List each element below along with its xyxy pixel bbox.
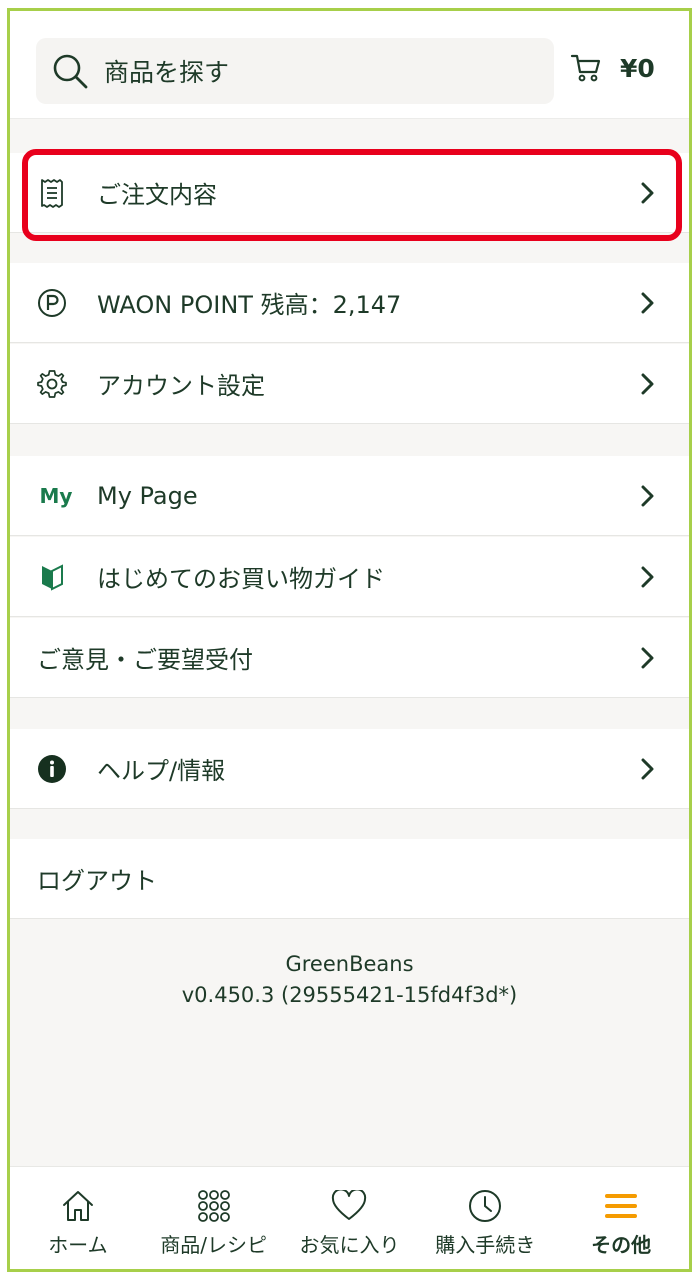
nav-checkout-label: 購入手続き [435, 1233, 536, 1257]
app-version-info: GreenBeans v0.450.3 (29555421-15fd4f3d*) [10, 949, 689, 1011]
chevron-right-icon [641, 758, 654, 779]
chevron-right-icon [641, 485, 654, 506]
search-bar[interactable]: 商品を探す [36, 38, 554, 104]
menu-item-orders[interactable]: ご注文内容 [10, 153, 689, 233]
nav-home-label: ホーム [48, 1233, 108, 1257]
menu-item-my-page[interactable]: My My Page [10, 456, 689, 536]
waon-label: WAON POINT 残高：2,147 [97, 291, 402, 319]
search-placeholder: 商品を探す [104, 58, 230, 87]
nav-home[interactable]: ホーム [10, 1167, 146, 1269]
nav-products[interactable]: 商品/レシピ [146, 1167, 282, 1269]
heart-icon [331, 1187, 367, 1225]
menu-item-feedback[interactable]: ご意見・ご要望受付 [10, 618, 689, 698]
gear-icon [36, 368, 68, 400]
chevron-right-icon [641, 182, 654, 203]
menu-item-account-settings[interactable]: アカウント設定 [10, 344, 689, 424]
my-badge-icon: My [36, 480, 76, 512]
beginner-mark-icon [36, 561, 68, 593]
cart-button[interactable]: ¥0 [570, 53, 655, 83]
app-frame: 商品を探す ¥0 ご注文内容 WAON POINT 残高：2,147 アカウント… [7, 8, 692, 1272]
orders-label: ご注文内容 [97, 181, 217, 209]
chevron-right-icon [641, 647, 654, 668]
menu-item-beginner-guide[interactable]: はじめてのお買い物ガイド [10, 537, 689, 617]
nav-other[interactable]: その他 [553, 1167, 689, 1269]
help-label: ヘルプ/情報 [97, 757, 226, 785]
nav-products-label: 商品/レシピ [160, 1233, 268, 1257]
app-version: v0.450.3 (29555421-15fd4f3d*) [181, 983, 518, 1007]
search-icon [53, 54, 88, 89]
nav-favorites-label: お気に入り [299, 1233, 400, 1257]
home-icon [60, 1187, 96, 1225]
header: 商品を探す ¥0 [10, 11, 689, 119]
bottom-nav: ホーム 商品/レシピ お気に入り 購入手続き その他 [10, 1166, 689, 1269]
logout-label: ログアウト [37, 867, 157, 895]
info-icon [36, 753, 68, 785]
grid-icon [196, 1187, 232, 1225]
chevron-right-icon [641, 292, 654, 313]
feedback-label: ご意見・ご要望受付 [37, 646, 253, 674]
cart-icon [570, 54, 601, 82]
app-name: GreenBeans [285, 952, 414, 976]
chevron-right-icon [641, 566, 654, 587]
my-badge-text: My [39, 483, 73, 508]
menu-item-help[interactable]: ヘルプ/情報 [10, 729, 689, 809]
nav-favorites[interactable]: お気に入り [282, 1167, 418, 1269]
guide-label: はじめてのお買い物ガイド [97, 565, 385, 593]
mypage-label: My Page [97, 481, 198, 510]
menu-item-logout[interactable]: ログアウト [10, 839, 689, 919]
menu-item-waon-point[interactable]: WAON POINT 残高：2,147 [10, 263, 689, 343]
receipt-icon [36, 177, 68, 209]
cart-amount: ¥0 [620, 53, 655, 83]
point-icon [36, 287, 68, 319]
nav-other-label: その他 [591, 1233, 652, 1257]
chevron-right-icon [641, 373, 654, 394]
menu-icon [603, 1187, 639, 1225]
account-label: アカウント設定 [97, 372, 265, 400]
clock-icon [467, 1187, 503, 1225]
nav-checkout[interactable]: 購入手続き [417, 1167, 553, 1269]
